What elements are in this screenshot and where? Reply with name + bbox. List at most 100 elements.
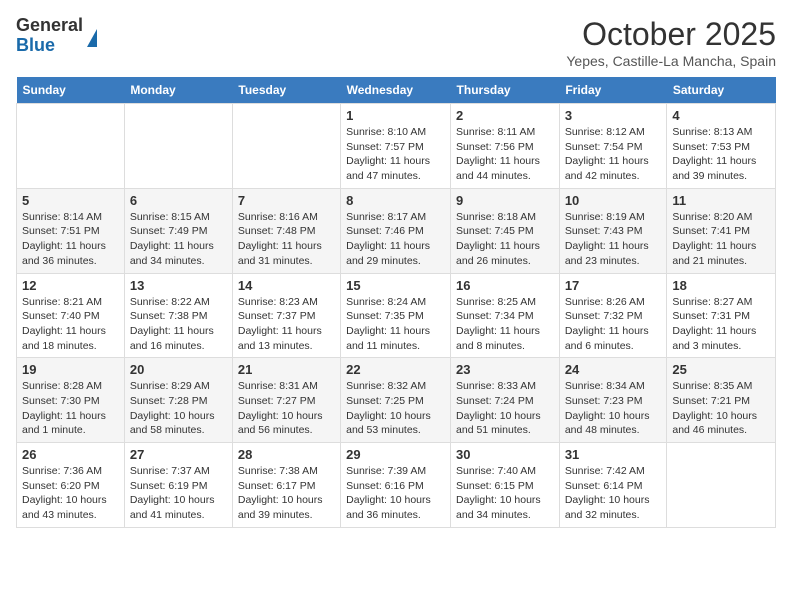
day-info: Sunrise: 8:22 AM Sunset: 7:38 PM Dayligh… [130, 295, 227, 354]
calendar-cell: 26 Sunrise: 7:36 AM Sunset: 6:20 PM Dayli… [17, 443, 125, 528]
calendar-week-row: 19Sunrise: 8:28 AM Sunset: 7:30 PM Dayli… [17, 358, 776, 443]
day-info: Sunrise: 8:26 AM Sunset: 7:32 PM Dayligh… [565, 295, 662, 354]
calendar-cell: 21 Sunrise: 8:31 AM Sunset: 7:27 PM Dayli… [232, 358, 340, 443]
day-info: Sunrise: 7:37 AM Sunset: 6:19 PM Dayligh… [130, 464, 227, 523]
calendar-cell [667, 443, 776, 528]
calendar-cell: 31Sunrise: 7:42 AM Sunset: 6:14 PM Dayli… [559, 443, 667, 528]
calendar-cell: 19Sunrise: 8:28 AM Sunset: 7:30 PM Dayli… [17, 358, 125, 443]
calendar-cell: 7 Sunrise: 8:16 AM Sunset: 7:48 PM Daylig… [232, 188, 340, 273]
day-info: Sunrise: 8:14 AM Sunset: 7:51 PM Dayligh… [22, 210, 119, 269]
calendar-cell: 24 Sunrise: 8:34 AM Sunset: 7:23 PM Dayli… [559, 358, 667, 443]
calendar-cell: 22 Sunrise: 8:32 AM Sunset: 7:25 PM Dayli… [341, 358, 451, 443]
day-number: 13 [130, 278, 227, 293]
calendar-cell: 23 Sunrise: 8:33 AM Sunset: 7:24 PM Dayli… [451, 358, 560, 443]
day-info: Sunrise: 8:12 AM Sunset: 7:54 PM Dayligh… [565, 125, 662, 184]
day-number: 26 [22, 447, 119, 462]
calendar-cell: 1 Sunrise: 8:10 AM Sunset: 7:57 PM Daylig… [341, 104, 451, 189]
day-info: Sunrise: 8:21 AM Sunset: 7:40 PM Dayligh… [22, 295, 119, 354]
weekday-header: Monday [124, 77, 232, 104]
day-info: Sunrise: 8:23 AM Sunset: 7:37 PM Dayligh… [238, 295, 335, 354]
day-info: Sunrise: 8:34 AM Sunset: 7:23 PM Dayligh… [565, 379, 662, 438]
calendar-cell: 14 Sunrise: 8:23 AM Sunset: 7:37 PM Dayli… [232, 273, 340, 358]
calendar-cell [17, 104, 125, 189]
day-number: 7 [238, 193, 335, 208]
day-info: Sunrise: 7:38 AM Sunset: 6:17 PM Dayligh… [238, 464, 335, 523]
calendar-cell: 18Sunrise: 8:27 AM Sunset: 7:31 PM Dayli… [667, 273, 776, 358]
day-info: Sunrise: 8:29 AM Sunset: 7:28 PM Dayligh… [130, 379, 227, 438]
day-info: Sunrise: 7:40 AM Sunset: 6:15 PM Dayligh… [456, 464, 554, 523]
day-info: Sunrise: 8:20 AM Sunset: 7:41 PM Dayligh… [672, 210, 770, 269]
weekday-header: Sunday [17, 77, 125, 104]
day-number: 4 [672, 108, 770, 123]
calendar-cell: 27 Sunrise: 7:37 AM Sunset: 6:19 PM Dayli… [124, 443, 232, 528]
weekday-header: Tuesday [232, 77, 340, 104]
day-number: 12 [22, 278, 119, 293]
day-info: Sunrise: 8:17 AM Sunset: 7:46 PM Dayligh… [346, 210, 445, 269]
day-info: Sunrise: 8:10 AM Sunset: 7:57 PM Dayligh… [346, 125, 445, 184]
location: Yepes, Castille-La Mancha, Spain [566, 53, 776, 69]
day-info: Sunrise: 8:28 AM Sunset: 7:30 PM Dayligh… [22, 379, 119, 438]
calendar-cell: 17 Sunrise: 8:26 AM Sunset: 7:32 PM Dayli… [559, 273, 667, 358]
page-header: General Blue October 2025 Yepes, Castill… [16, 16, 776, 69]
day-info: Sunrise: 8:32 AM Sunset: 7:25 PM Dayligh… [346, 379, 445, 438]
day-number: 28 [238, 447, 335, 462]
day-number: 5 [22, 193, 119, 208]
day-info: Sunrise: 8:25 AM Sunset: 7:34 PM Dayligh… [456, 295, 554, 354]
day-number: 24 [565, 362, 662, 377]
day-info: Sunrise: 8:19 AM Sunset: 7:43 PM Dayligh… [565, 210, 662, 269]
title-block: October 2025 Yepes, Castille-La Mancha, … [566, 16, 776, 69]
logo-blue: Blue [16, 36, 83, 56]
calendar-cell: 4Sunrise: 8:13 AM Sunset: 7:53 PM Daylig… [667, 104, 776, 189]
calendar-cell: 13 Sunrise: 8:22 AM Sunset: 7:38 PM Dayli… [124, 273, 232, 358]
day-number: 16 [456, 278, 554, 293]
month-title: October 2025 [566, 16, 776, 53]
day-number: 14 [238, 278, 335, 293]
logo-general: General [16, 16, 83, 36]
calendar-cell: 16 Sunrise: 8:25 AM Sunset: 7:34 PM Dayli… [451, 273, 560, 358]
day-info: Sunrise: 8:16 AM Sunset: 7:48 PM Dayligh… [238, 210, 335, 269]
day-info: Sunrise: 7:39 AM Sunset: 6:16 PM Dayligh… [346, 464, 445, 523]
day-number: 2 [456, 108, 554, 123]
calendar-cell: 6 Sunrise: 8:15 AM Sunset: 7:49 PM Daylig… [124, 188, 232, 273]
calendar-week-row: 1 Sunrise: 8:10 AM Sunset: 7:57 PM Daylig… [17, 104, 776, 189]
day-number: 18 [672, 278, 770, 293]
day-number: 31 [565, 447, 662, 462]
day-number: 9 [456, 193, 554, 208]
calendar-cell: 5 Sunrise: 8:14 AM Sunset: 7:51 PM Daylig… [17, 188, 125, 273]
day-info: Sunrise: 7:36 AM Sunset: 6:20 PM Dayligh… [22, 464, 119, 523]
day-number: 10 [565, 193, 662, 208]
day-number: 22 [346, 362, 445, 377]
calendar-cell [232, 104, 340, 189]
calendar-cell: 8 Sunrise: 8:17 AM Sunset: 7:46 PM Daylig… [341, 188, 451, 273]
day-info: Sunrise: 8:11 AM Sunset: 7:56 PM Dayligh… [456, 125, 554, 184]
calendar-cell [124, 104, 232, 189]
day-number: 30 [456, 447, 554, 462]
day-number: 17 [565, 278, 662, 293]
day-number: 27 [130, 447, 227, 462]
calendar-cell: 2 Sunrise: 8:11 AM Sunset: 7:56 PM Daylig… [451, 104, 560, 189]
calendar-cell: 12 Sunrise: 8:21 AM Sunset: 7:40 PM Dayli… [17, 273, 125, 358]
day-info: Sunrise: 8:15 AM Sunset: 7:49 PM Dayligh… [130, 210, 227, 269]
day-number: 8 [346, 193, 445, 208]
calendar-cell: 25 Sunrise: 8:35 AM Sunset: 7:21 PM Dayli… [667, 358, 776, 443]
calendar-cell: 10 Sunrise: 8:19 AM Sunset: 7:43 PM Dayli… [559, 188, 667, 273]
calendar-cell: 28 Sunrise: 7:38 AM Sunset: 6:17 PM Dayli… [232, 443, 340, 528]
day-number: 29 [346, 447, 445, 462]
weekday-header-row: SundayMondayTuesdayWednesdayThursdayFrid… [17, 77, 776, 104]
day-info: Sunrise: 8:35 AM Sunset: 7:21 PM Dayligh… [672, 379, 770, 438]
day-number: 6 [130, 193, 227, 208]
day-info: Sunrise: 8:33 AM Sunset: 7:24 PM Dayligh… [456, 379, 554, 438]
calendar-cell: 3Sunrise: 8:12 AM Sunset: 7:54 PM Daylig… [559, 104, 667, 189]
logo: General Blue [16, 16, 97, 56]
day-info: Sunrise: 8:31 AM Sunset: 7:27 PM Dayligh… [238, 379, 335, 438]
calendar-cell: 9 Sunrise: 8:18 AM Sunset: 7:45 PM Daylig… [451, 188, 560, 273]
day-number: 23 [456, 362, 554, 377]
calendar-cell: 11 Sunrise: 8:20 AM Sunset: 7:41 PM Dayli… [667, 188, 776, 273]
day-number: 21 [238, 362, 335, 377]
day-number: 25 [672, 362, 770, 377]
calendar-table: SundayMondayTuesdayWednesdayThursdayFrid… [16, 77, 776, 528]
day-info: Sunrise: 8:18 AM Sunset: 7:45 PM Dayligh… [456, 210, 554, 269]
day-number: 11 [672, 193, 770, 208]
day-number: 1 [346, 108, 445, 123]
calendar-cell: 20Sunrise: 8:29 AM Sunset: 7:28 PM Dayli… [124, 358, 232, 443]
